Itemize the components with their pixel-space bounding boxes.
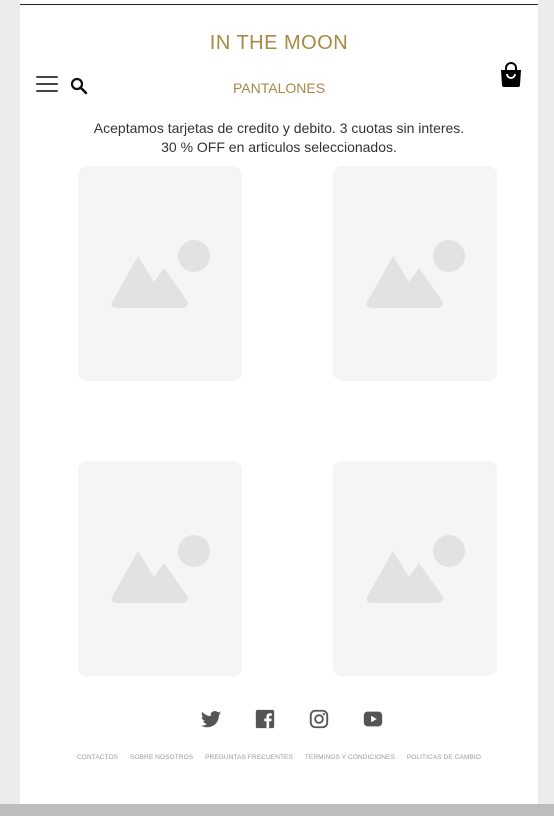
image-placeholder-icon: [111, 535, 210, 603]
image-placeholder-icon: [366, 240, 465, 308]
image-placeholder-icon: [111, 240, 210, 308]
brand-logo[interactable]: IN THE MOON: [20, 32, 538, 55]
product-card[interactable]: [78, 166, 242, 381]
promo-banner: Aceptamos tarjetas de credito y debito. …: [20, 119, 538, 157]
footer-links: CONTACTOS SOBRE NOSOTROS PREGUNTAS FRECU…: [20, 754, 538, 761]
footer-link-contactos[interactable]: CONTACTOS: [77, 754, 118, 761]
footer-link-preguntas-frecuentes[interactable]: PREGUNTAS FRECUENTES: [205, 754, 293, 761]
footer-link-terminos[interactable]: TERMINOS Y CONDICIONES: [305, 754, 395, 761]
product-card[interactable]: [333, 166, 497, 381]
twitter-icon[interactable]: [200, 708, 222, 730]
promo-line-1: Aceptamos tarjetas de credito y debito. …: [93, 120, 465, 136]
footer-link-politicas-de-cambio[interactable]: POLITICAS DE CAMBIO: [407, 754, 481, 761]
facebook-icon[interactable]: [254, 708, 276, 730]
youtube-icon[interactable]: [362, 708, 384, 730]
store-page: IN THE MOON PANTALONES Aceptamos tarjeta…: [20, 0, 538, 804]
product-card[interactable]: [333, 461, 497, 676]
bottom-scrollbar[interactable]: [0, 804, 554, 816]
shopping-bag-icon[interactable]: [499, 62, 523, 88]
top-divider: [20, 4, 538, 5]
product-card[interactable]: [78, 461, 242, 676]
image-placeholder-icon: [366, 535, 465, 603]
category-title: PANTALONES: [232, 80, 326, 96]
instagram-icon[interactable]: [308, 708, 330, 730]
footer-link-sobre-nosotros[interactable]: SOBRE NOSOTROS: [130, 754, 193, 761]
promo-line-2: 30 % OFF en articulos seleccionados.: [161, 139, 397, 155]
